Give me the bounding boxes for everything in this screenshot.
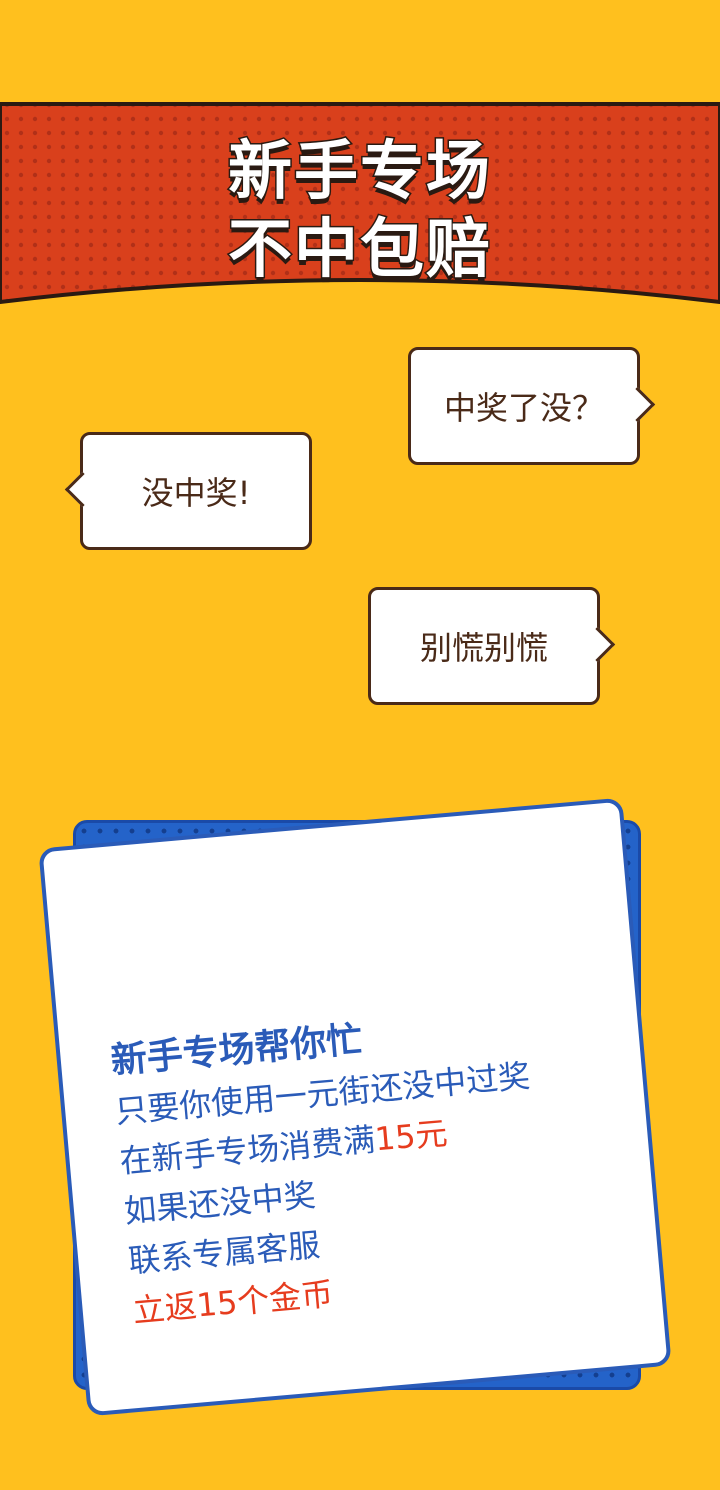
info-card-text: 新手专场帮你忙 只要你使用一元街还没中过奖 在新手专场消费满15元 如果还没中奖… [109, 994, 633, 1336]
card-line-spend-amount: 15元 [373, 1114, 450, 1159]
bubble-tail [579, 626, 616, 663]
info-card: 新手专场帮你忙 只要你使用一元街还没中过奖 在新手专场消费满15元 如果还没中奖… [38, 797, 672, 1417]
banner-title-line2: 不中包赔 [227, 212, 492, 289]
speech-bubble-question: 中奖了没？ [408, 347, 656, 465]
header-banner: 新手专场 不中包赔 [0, 0, 720, 320]
bubble-tail [64, 471, 101, 508]
bubble-text: 中奖了没？ [443, 389, 604, 427]
bubble-text: 别慌别慌 [419, 629, 548, 667]
speech-bubble-no-win: 没中奖! [64, 432, 312, 550]
speech-bubble-dont-panic: 别慌别慌 [368, 587, 616, 705]
bubble-text: 没中奖! [141, 474, 251, 512]
bubble-tail [619, 386, 656, 423]
